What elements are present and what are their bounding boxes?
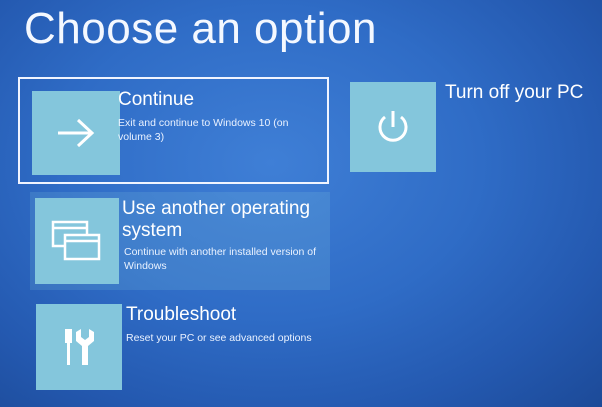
windows-stack-icon xyxy=(50,219,104,263)
continue-option[interactable]: Continue Exit and continue to Windows 10… xyxy=(18,77,329,184)
page-title: Choose an option xyxy=(24,4,377,53)
turn-off-label: Turn off your PC xyxy=(445,82,584,103)
continue-description: Exit and continue to Windows 10 (on volu… xyxy=(118,117,289,143)
continue-tile[interactable] xyxy=(32,91,120,175)
other-os-option[interactable]: Use another operating system Continue wi… xyxy=(30,192,330,290)
other-os-tile[interactable] xyxy=(35,198,119,284)
troubleshoot-tile[interactable] xyxy=(36,304,122,390)
troubleshoot-description: Reset your PC or see advanced options xyxy=(126,332,312,344)
power-icon xyxy=(373,107,413,147)
turn-off-tile[interactable] xyxy=(350,82,436,172)
troubleshoot-label: Troubleshoot xyxy=(126,304,237,325)
turn-off-option[interactable]: Turn off your PC xyxy=(350,82,595,174)
other-os-description: Continue with another installed version … xyxy=(124,246,317,272)
arrow-right-icon xyxy=(54,116,98,150)
other-os-label: Use another operating system xyxy=(122,198,311,241)
troubleshoot-option[interactable]: Troubleshoot Reset your PC or see advanc… xyxy=(36,304,336,390)
tools-icon xyxy=(59,325,99,369)
continue-label: Continue xyxy=(118,89,195,110)
